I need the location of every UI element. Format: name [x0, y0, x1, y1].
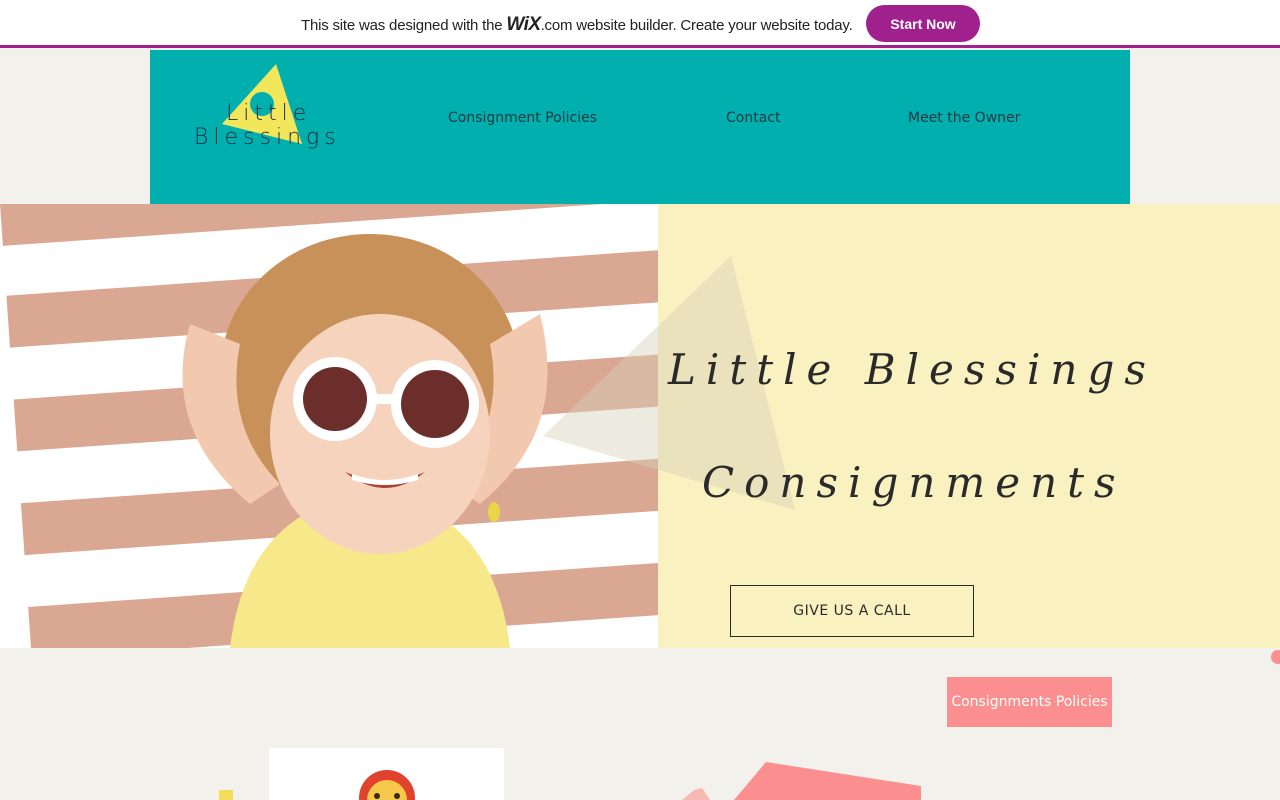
decorative-pink-shapes	[682, 762, 921, 800]
decorative-dot	[1271, 650, 1280, 664]
wix-logo: WiX	[506, 14, 541, 35]
site-header: Little Blessings Consignment Policies Co…	[150, 50, 1130, 204]
decorative-shape	[219, 790, 233, 800]
hero-title-line-2: Consignments	[702, 458, 1126, 507]
give-us-a-call-button[interactable]: GIVE US A CALL	[730, 585, 974, 637]
banner-text-before: This site was designed with the	[301, 17, 507, 34]
nav-contact[interactable]: Contact	[726, 110, 780, 126]
logo-line-2: Blessings	[194, 125, 341, 150]
start-now-button[interactable]: Start Now	[866, 5, 980, 42]
logo-line-1: Little	[226, 101, 312, 126]
image-card	[269, 748, 504, 800]
banner-text-after: .com website builder. Create your websit…	[540, 17, 853, 34]
nav-consignment-policies[interactable]: Consignment Policies	[448, 110, 597, 126]
nav-meet-the-owner[interactable]: Meet the Owner	[908, 110, 1020, 126]
lion-illustration-icon	[359, 770, 415, 800]
site-logo[interactable]: Little Blessings	[194, 102, 341, 150]
banner-message: This site was designed with the WiX.com …	[301, 14, 853, 36]
consignments-policies-button[interactable]: Consignments Policies	[947, 677, 1112, 727]
hero-title-line-1: Little Blessings	[668, 345, 1156, 394]
wix-promo-banner: This site was designed with the WiX.com …	[0, 0, 1280, 48]
